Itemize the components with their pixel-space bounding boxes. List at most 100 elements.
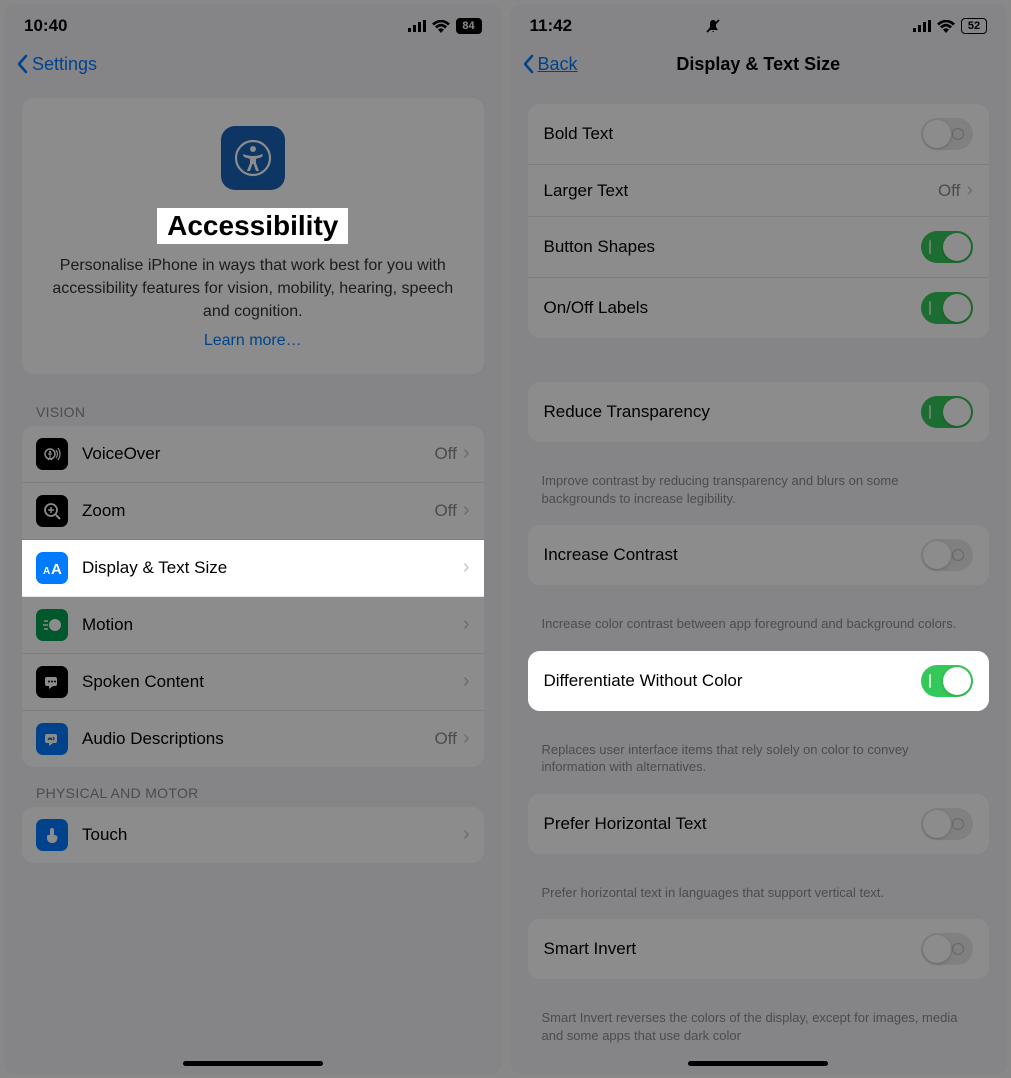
accessibility-icon [221,126,285,190]
row-voiceover[interactable]: VoiceOver Off › [22,426,484,483]
back-button[interactable]: Back [522,54,578,75]
chevron-right-icon: › [463,442,470,465]
toggle[interactable] [921,665,973,697]
setting-smart-invert[interactable]: Smart Invert [528,919,990,979]
row-label: Larger Text [544,181,938,201]
setting-button-shapes[interactable]: Button Shapes [528,217,990,278]
row-label: Display & Text Size [82,558,463,578]
setting-differentiate-without-color[interactable]: Differentiate Without Color [528,651,990,711]
row-value: Off [434,501,456,521]
settings-group: Increase Contrast [528,525,990,585]
status-time: 10:40 [24,16,67,36]
row-motion[interactable]: Motion › [22,597,484,654]
row-label: Audio Descriptions [82,729,434,749]
chevron-right-icon: › [463,670,470,693]
hero-title: Accessibility [157,208,348,244]
setting-bold-text[interactable]: Bold Text [528,104,990,165]
row-display-text-size[interactable]: AA Display & Text Size › [22,540,484,597]
audiodesc-icon [36,723,68,755]
back-button[interactable]: Settings [16,54,97,75]
toggle[interactable] [921,231,973,263]
back-label: Settings [32,54,97,75]
settings-group: Prefer Horizontal Text [528,794,990,854]
silent-icon [705,18,721,34]
chevron-right-icon: › [463,556,470,579]
svg-text:A: A [43,566,50,577]
toggle[interactable] [921,118,973,150]
hero-description: Personalise iPhone in ways that work bes… [40,254,466,324]
footer-text: Increase color contrast between app fore… [510,607,1008,651]
chevron-left-icon [16,54,28,74]
learn-more-link[interactable]: Learn more… [204,332,302,350]
row-label: Increase Contrast [544,545,922,565]
footer-text: Smart Invert reverses the colors of the … [510,1001,1008,1062]
row-label: On/Off Labels [544,298,922,318]
battery-indicator: 84 [456,18,482,34]
chevron-right-icon: › [463,727,470,750]
settings-group: Bold Text Larger TextOff › Button Shapes On/… [528,104,990,338]
wifi-icon [937,20,955,33]
settings-group: Reduce Transparency [528,382,990,442]
nav-bar: Settings [4,42,502,86]
toggle[interactable] [921,396,973,428]
chevron-right-icon: › [463,499,470,522]
status-bar: 11:42 52 [510,4,1008,42]
chevron-right-icon: › [463,613,470,636]
chevron-right-icon: › [463,823,470,846]
row-label: Reduce Transparency [544,402,922,422]
toggle[interactable] [921,808,973,840]
spoken-icon [36,666,68,698]
home-indicator[interactable] [688,1061,828,1066]
section-header-physical: PHYSICAL AND MOTOR [4,767,502,807]
vision-list: VoiceOver Off › Zoom Off › AA Display & … [22,426,484,767]
setting-prefer-horizontal-text[interactable]: Prefer Horizontal Text [528,794,990,854]
svg-text:A: A [51,561,62,578]
cellular-icon [913,20,931,32]
back-label: Back [538,54,578,75]
setting-increase-contrast[interactable]: Increase Contrast [528,525,990,585]
row-value: Off [434,444,456,464]
battery-indicator: 52 [961,18,987,34]
hero-card: Accessibility Personalise iPhone in ways… [22,98,484,374]
footer-text: Improve contrast by reducing transparenc… [510,464,1008,525]
section-header-vision: VISION [4,386,502,426]
row-label: Prefer Horizontal Text [544,814,922,834]
status-time: 11:42 [530,16,573,36]
row-value: Off [434,729,456,749]
voiceover-icon [36,438,68,470]
setting-larger-text[interactable]: Larger TextOff › [528,165,990,217]
motion-icon [36,609,68,641]
zoom-icon [36,495,68,527]
footer-text: Replaces user interface items that rely … [510,733,1008,794]
row-label: Motion [82,615,463,635]
row-audio-descriptions[interactable]: Audio Descriptions Off › [22,711,484,767]
chevron-right-icon: › [966,179,973,202]
status-bar: 10:40 84 [4,4,502,42]
toggle[interactable] [921,292,973,324]
row-label: Spoken Content [82,672,463,692]
toggle[interactable] [921,539,973,571]
settings-group: Smart Invert [528,919,990,979]
row-label: Smart Invert [544,939,922,959]
setting-reduce-transparency[interactable]: Reduce Transparency [528,382,990,442]
row-spoken-content[interactable]: Spoken Content › [22,654,484,711]
row-label: Differentiate Without Color [544,671,922,691]
footer-text: Prefer horizontal text in languages that… [510,876,1008,920]
toggle[interactable] [921,933,973,965]
wifi-icon [432,20,450,33]
row-label: Button Shapes [544,237,922,257]
phone-accessibility: 10:40 84 Settings Accessibility Personal… [4,4,502,1074]
row-touch[interactable]: Touch › [22,807,484,863]
row-label: Zoom [82,501,434,521]
page-title: Display & Text Size [676,54,840,75]
physical-list: Touch › [22,807,484,863]
row-value: Off [938,181,960,201]
touch-icon [36,819,68,851]
cellular-icon [408,20,426,32]
nav-bar: Back Display & Text Size [510,42,1008,86]
phone-display-text-size: 11:42 52 Back Display & Text Size Bold T… [510,4,1008,1074]
chevron-left-icon [522,54,534,74]
home-indicator[interactable] [183,1061,323,1066]
row-zoom[interactable]: Zoom Off › [22,483,484,540]
setting-on-off-labels[interactable]: On/Off Labels [528,278,990,338]
